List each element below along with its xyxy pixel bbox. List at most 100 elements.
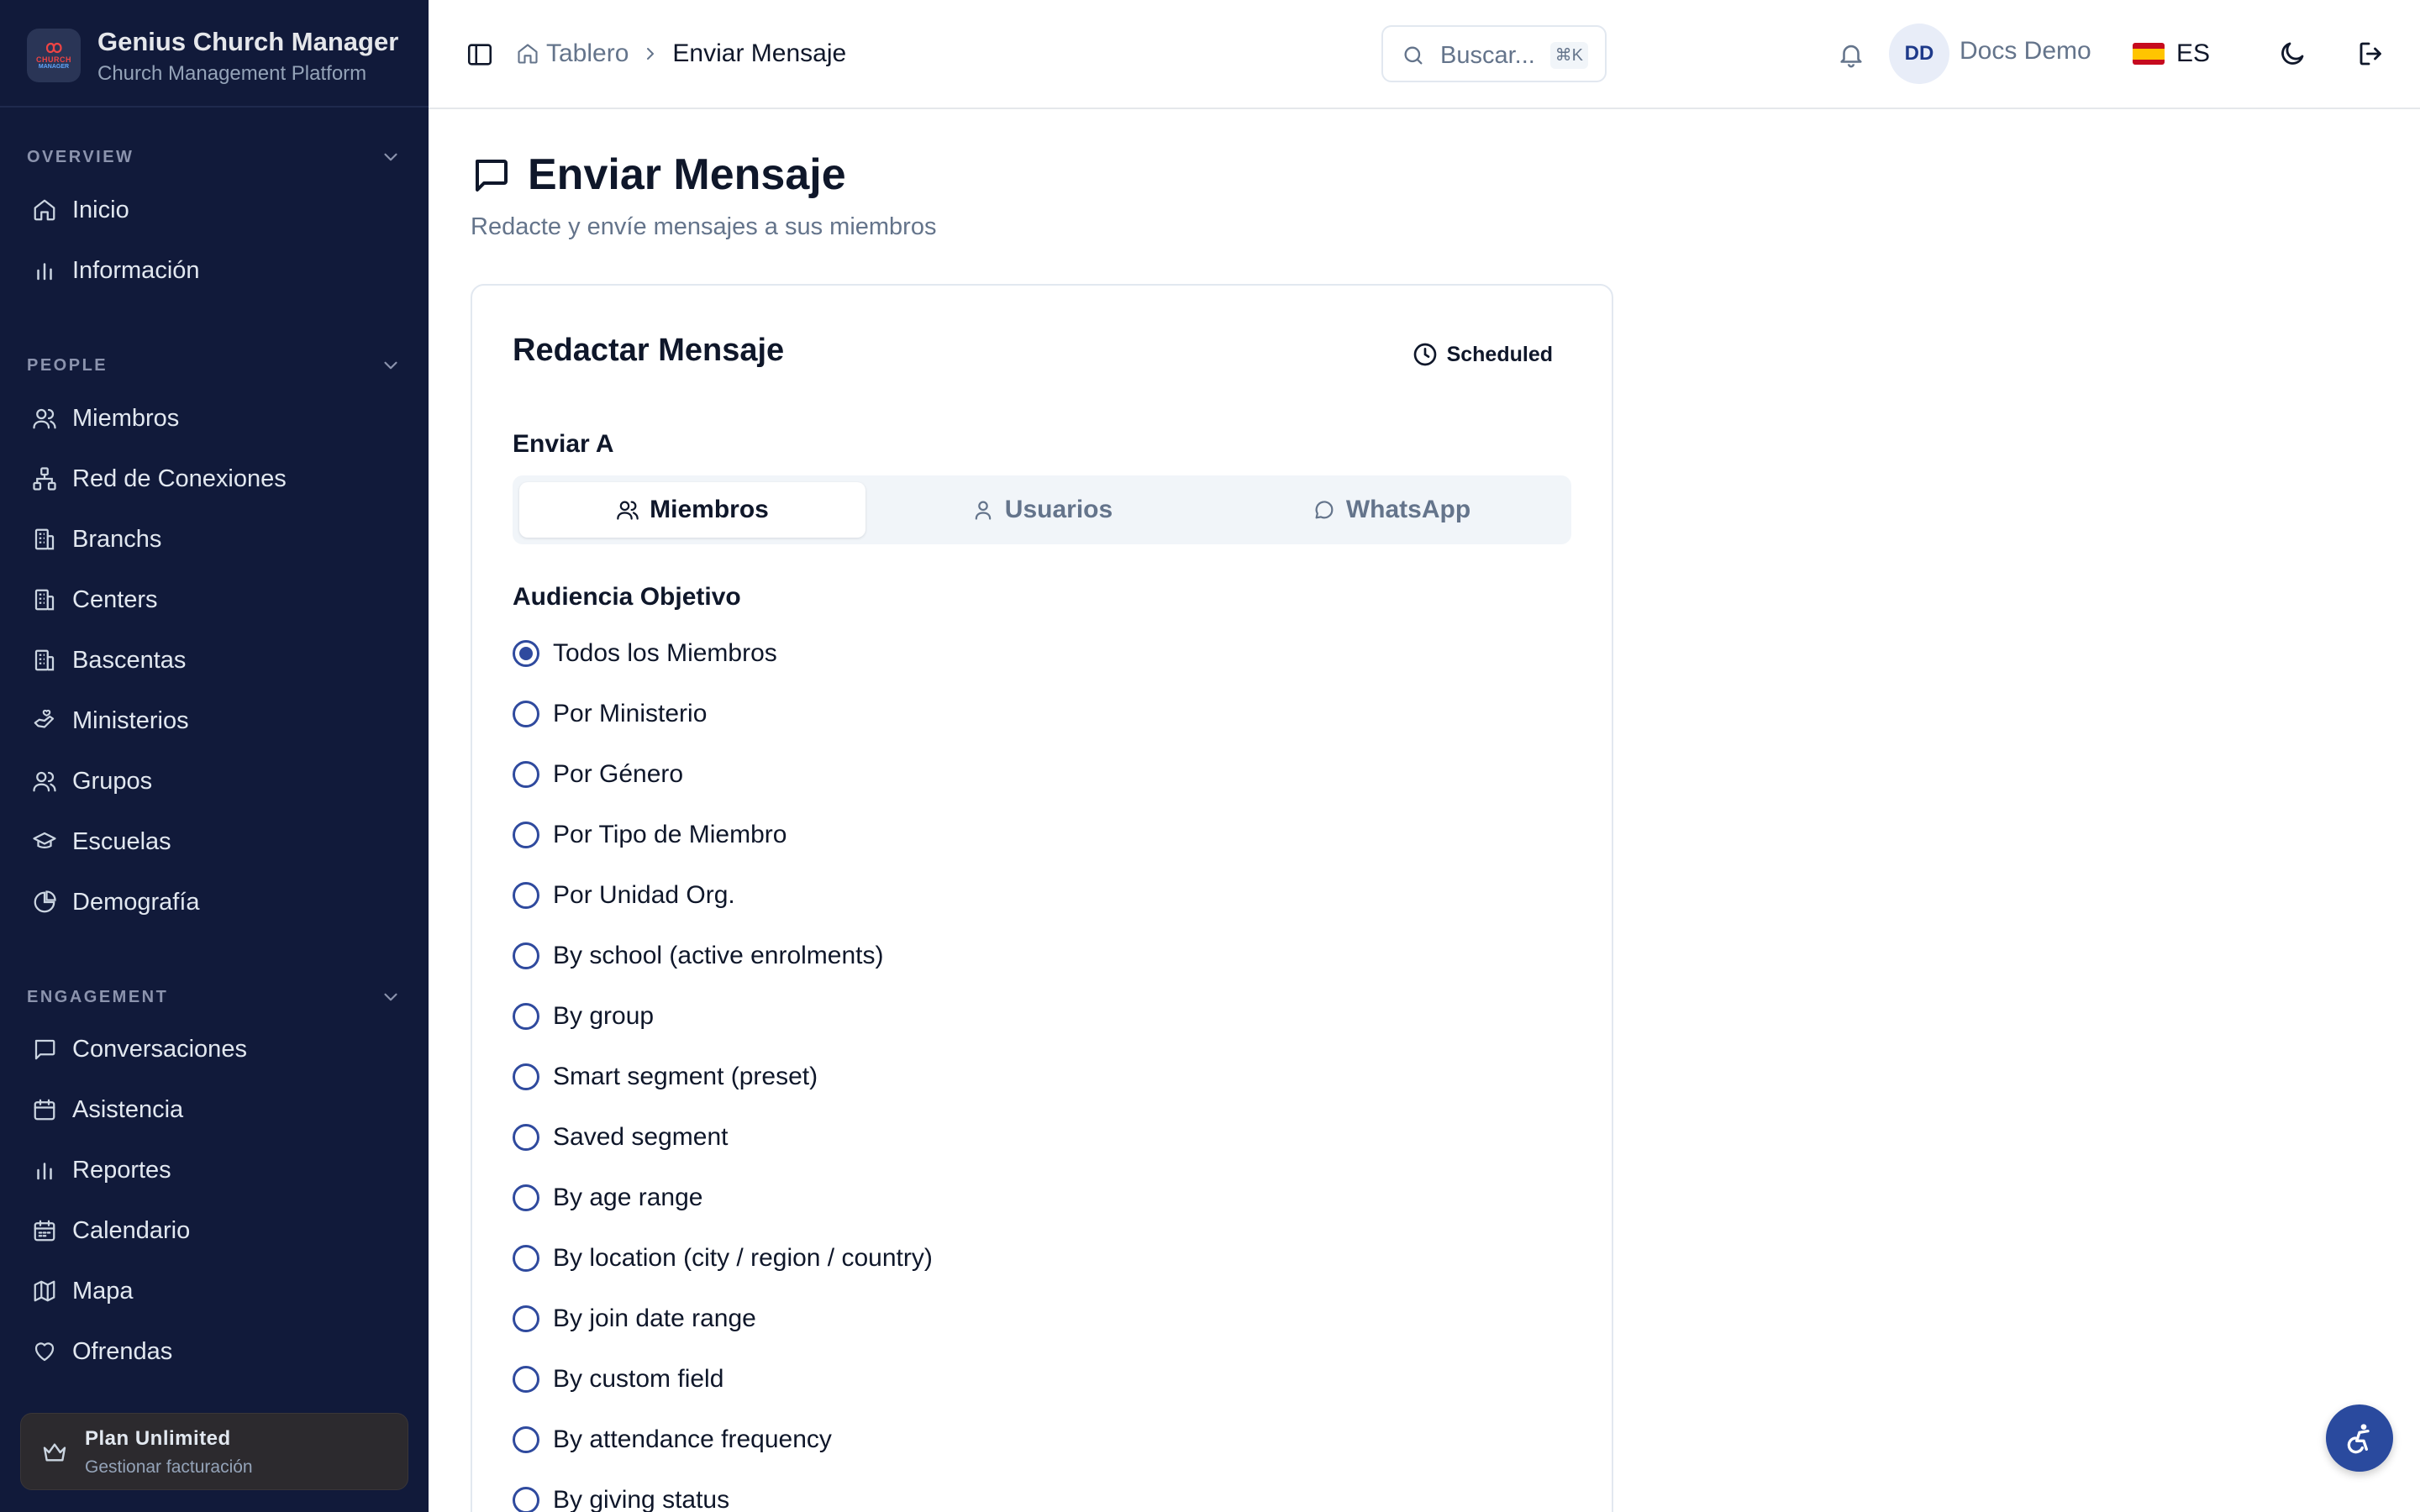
radio-button[interactable]	[513, 1487, 539, 1512]
sidebar: CHURCH MANAGER Genius Church Manager Chu…	[0, 0, 429, 1512]
section-people[interactable]: PEOPLE	[27, 353, 402, 378]
option-label: By group	[553, 1002, 655, 1030]
church-manager-logo: CHURCH MANAGER	[27, 29, 81, 82]
radio-selected[interactable]	[513, 640, 539, 667]
scheduled-label: Scheduled	[1446, 342, 1553, 366]
audience-option-smart-segment[interactable]: Smart segment (preset)	[513, 1060, 818, 1094]
search-icon	[1404, 46, 1423, 65]
accessibility-icon	[2347, 1424, 2370, 1454]
radio-button[interactable]	[513, 942, 539, 969]
tab-miembros[interactable]: Miembros	[519, 482, 865, 538]
audience-option-join-date[interactable]: By join date range	[513, 1302, 756, 1336]
avatar[interactable]: DD	[1889, 24, 1949, 84]
sidebar-item-asistencia[interactable]: Asistencia	[20, 1084, 408, 1135]
tab-whatsapp[interactable]: WhatsApp	[1218, 482, 1565, 538]
sidebar-item-centers[interactable]: Centers	[20, 575, 408, 625]
chevron-down-icon	[384, 153, 397, 161]
audience-option-genero[interactable]: Por Género	[513, 758, 683, 791]
radio-button[interactable]	[513, 1003, 539, 1030]
home-icon	[34, 199, 55, 221]
sidebar-item-miembros[interactable]: Miembros	[20, 393, 408, 444]
option-label: Por Unidad Org.	[553, 881, 735, 909]
radio-button[interactable]	[513, 1063, 539, 1090]
moon-icon[interactable]	[2277, 39, 2307, 69]
audience-option-unidad-org[interactable]: Por Unidad Org.	[513, 879, 735, 912]
radio-button[interactable]	[513, 1184, 539, 1211]
audience-option-group[interactable]: By group	[513, 1000, 654, 1033]
message-circle-icon	[1315, 501, 1334, 519]
audience-option-attendance[interactable]: By attendance frequency	[513, 1423, 832, 1457]
audience-option-custom-field[interactable]: By custom field	[513, 1362, 723, 1396]
bell-icon[interactable]	[1837, 40, 1865, 69]
sidebar-item-calendario[interactable]: Calendario	[20, 1205, 408, 1256]
audience-option-giving-status[interactable]: By giving status	[513, 1483, 729, 1512]
sidebar-item-bascentas[interactable]: Bascentas	[20, 635, 408, 685]
audience-option-school[interactable]: By school (active enrolments)	[513, 939, 884, 973]
users-icon	[617, 501, 639, 520]
network-icon	[33, 467, 56, 491]
audience-option-age-range[interactable]: By age range	[513, 1181, 702, 1215]
audience-option-ministerio[interactable]: Por Ministerio	[513, 697, 707, 731]
option-label: By giving status	[553, 1486, 730, 1512]
search-placeholder: Buscar...	[1440, 42, 1535, 69]
section-heading: ENGAGEMENT	[27, 987, 169, 1006]
sidebar-item-label: Reportes	[72, 1156, 171, 1184]
sidebar-item-branchs[interactable]: Branchs	[20, 514, 408, 564]
tab-label: Miembros	[650, 496, 769, 523]
radio-button[interactable]	[513, 882, 539, 909]
map-icon	[34, 1280, 55, 1302]
chevron-down-icon	[384, 361, 397, 370]
radio-button[interactable]	[513, 1305, 539, 1332]
sidebar-item-mapa[interactable]: Mapa	[20, 1266, 408, 1316]
plan-billing-card[interactable]: Plan Unlimited Gestionar facturación	[20, 1413, 408, 1490]
scheduled-toggle[interactable]: Scheduled	[1412, 339, 1553, 370]
sidebar-item-reportes[interactable]: Reportes	[20, 1145, 408, 1195]
user-icon	[975, 501, 992, 520]
section-engagement[interactable]: ENGAGEMENT	[27, 984, 402, 1010]
crown-icon	[43, 1443, 66, 1462]
sidebar-toggle-icon[interactable]	[466, 40, 494, 69]
radio-button[interactable]	[513, 761, 539, 788]
search-input[interactable]: Buscar... ⌘K	[1381, 25, 1607, 82]
radio-button[interactable]	[513, 1124, 539, 1151]
radio-button[interactable]	[513, 1245, 539, 1272]
accessibility-button[interactable]	[2326, 1404, 2393, 1472]
audience-option-tipo-miembro[interactable]: Por Tipo de Miembro	[513, 818, 786, 852]
page-title: Enviar Mensaje	[528, 150, 846, 199]
breadcrumb-root-link[interactable]: Tablero	[546, 39, 629, 68]
sidebar-item-informacion[interactable]: Información	[20, 245, 408, 296]
bar-chart-icon	[37, 263, 52, 281]
tab-usuarios[interactable]: Usuarios	[869, 482, 1215, 538]
audience-option-location[interactable]: By location (city / region / country)	[513, 1242, 933, 1275]
sidebar-item-red-de-conexiones[interactable]: Red de Conexiones	[20, 454, 408, 504]
bar-chart-icon	[37, 1163, 52, 1180]
option-label: Por Ministerio	[553, 700, 708, 727]
audience-option-saved-segment[interactable]: Saved segment	[513, 1121, 728, 1154]
sidebar-item-ofrendas[interactable]: Ofrendas	[20, 1326, 408, 1377]
radio-button[interactable]	[513, 1366, 539, 1393]
user-name[interactable]: Docs Demo	[1960, 37, 2091, 66]
sidebar-item-grupos[interactable]: Grupos	[20, 756, 408, 806]
logo-line1: CHURCH	[36, 55, 71, 64]
audience-option-todos[interactable]: Todos los Miembros	[513, 637, 777, 670]
section-heading: PEOPLE	[27, 355, 108, 375]
clock-icon	[1413, 343, 1436, 366]
brand-header[interactable]: CHURCH MANAGER Genius Church Manager Chu…	[0, 0, 429, 108]
sidebar-item-inicio[interactable]: Inicio	[20, 185, 408, 235]
option-label: Todos los Miembros	[553, 639, 777, 667]
radio-button[interactable]	[513, 822, 539, 848]
section-overview[interactable]: OVERVIEW	[27, 144, 402, 170]
sidebar-item-label: Grupos	[72, 767, 153, 795]
page-header: Enviar Mensaje	[471, 150, 846, 200]
radio-button[interactable]	[513, 1426, 539, 1453]
sidebar-item-escuelas[interactable]: Escuelas	[20, 816, 408, 867]
sidebar-item-ministerios[interactable]: Ministerios	[20, 696, 408, 746]
users-icon	[33, 408, 56, 429]
language-selector[interactable]: ES	[2133, 35, 2210, 72]
sidebar-item-demografia[interactable]: Demografía	[20, 877, 408, 927]
sidebar-item-conversaciones[interactable]: Conversaciones	[20, 1024, 408, 1074]
radio-button[interactable]	[513, 701, 539, 727]
sidebar-item-label: Inicio	[72, 196, 129, 223]
option-label: Por Tipo de Miembro	[553, 821, 787, 848]
logout-icon[interactable]	[2356, 39, 2386, 69]
